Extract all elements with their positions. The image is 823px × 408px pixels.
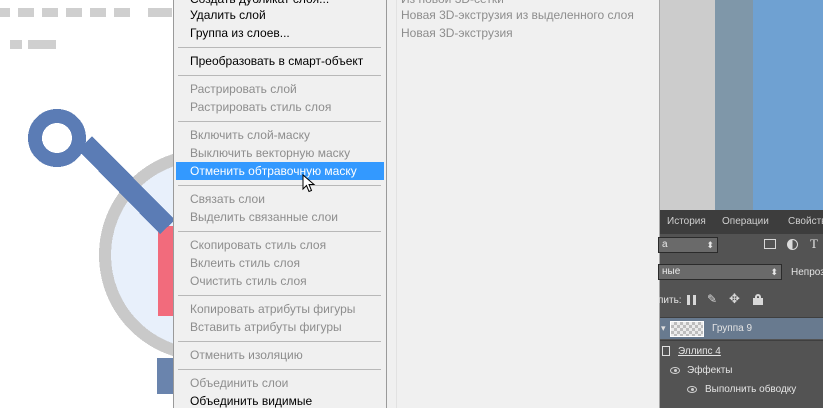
image-filter-icon[interactable] [764, 239, 776, 249]
blend-mode-select[interactable]: ные ⬍ [658, 264, 782, 280]
layer-row-ellipse-4[interactable]: Эллипс 4 [660, 340, 823, 362]
layer-kind-filter[interactable]: а ⬍ [658, 237, 718, 253]
lock-label: пить: [658, 295, 682, 306]
tab-history[interactable]: История [662, 210, 711, 234]
adjustment-filter-icon[interactable] [787, 239, 798, 250]
menu-item-merge-layers: Объединить слои [190, 376, 289, 390]
lock-transparent-pixels-icon[interactable] [687, 295, 697, 305]
submenu-gutter [387, 0, 397, 408]
menu-separator [178, 231, 381, 232]
layer-row-stroke[interactable]: Выполнить обводку [660, 379, 823, 401]
canvas-blue-block [753, 0, 823, 210]
menu-item-copy-shape-attributes: Копировать атрибуты фигуры [190, 302, 356, 316]
lock-position-icon[interactable]: ✥ [729, 291, 740, 307]
collapse-arrow-icon[interactable]: ▾ [661, 323, 666, 334]
menu-item-release-isolation: Отменить изоляцию [190, 348, 303, 362]
layer-name: Эллипс 4 [678, 346, 721, 357]
search-magnifier-illustration [28, 109, 180, 394]
submenu-item-new-3d-extrusion: Новая 3D-экструзия [401, 26, 513, 40]
3d-submenu: Из новой 3D-сетки Новая 3D-экструзия из … [387, 0, 660, 408]
lock-all-icon[interactable] [753, 294, 763, 305]
kind-filter-value: а [662, 239, 668, 250]
stepper-icon: ⬍ [770, 267, 778, 277]
menu-separator [178, 47, 381, 48]
shape-layer-icon [662, 346, 670, 356]
menu-item-group-from-layers[interactable]: Группа из слоев... [176, 24, 384, 42]
layer-name: Выполнить обводку [705, 384, 797, 395]
tab-properties[interactable]: Свойства [783, 210, 823, 234]
stepper-icon: ⬍ [706, 240, 714, 250]
blend-mode-value: ные [662, 266, 681, 277]
menu-item-release-clipping-mask[interactable]: Отменить обтравочную маску [176, 162, 384, 180]
document-canvas[interactable] [0, 0, 180, 408]
menu-item-rasterize-layer-style: Растрировать стиль слоя [190, 100, 332, 114]
layers-panel: История Операции Свойства а ⬍ T ные ⬍ Не… [658, 210, 823, 408]
menu-item-enable-layer-mask: Включить слой-маску [190, 128, 310, 142]
canvas-slate-block [715, 0, 753, 210]
panel-tab-bar: История Операции Свойства [660, 210, 823, 234]
menu-separator [178, 295, 381, 296]
menu-item-disable-vector-mask: Выключить векторную маску [190, 146, 351, 160]
visibility-eye-icon[interactable] [670, 367, 680, 374]
visibility-eye-icon[interactable] [687, 386, 697, 393]
menu-item-clear-layer-style: Очистить стиль слоя [190, 274, 307, 288]
submenu-item-3d-extrusion-from-selected: Новая 3D-экструзия из выделенного слоя [401, 8, 634, 22]
menu-item-link-layers: Связать слои [190, 192, 265, 206]
menu-item-delete-layer[interactable]: Удалить слой [176, 6, 384, 24]
menu-item-paste-shape-attributes: Вставить атрибуты фигуры [190, 320, 342, 334]
layer-name: Эффекты [687, 365, 733, 376]
layer-context-menu: Создать дубликат слоя... Удалить слой Гр… [173, 0, 387, 408]
menu-item-paste-layer-style: Вклеить стиль слоя [190, 256, 300, 270]
tab-actions[interactable]: Операции [717, 210, 774, 234]
menu-separator [178, 185, 381, 186]
menu-item-merge-visible[interactable]: Объединить видимые [176, 392, 384, 408]
menu-separator [178, 75, 381, 76]
menu-item-copy-layer-style: Скопировать стиль слоя [190, 238, 327, 252]
menu-separator [178, 369, 381, 370]
menu-item-rasterize-layer: Растрировать слой [190, 82, 297, 96]
menu-separator [178, 121, 381, 122]
mouse-cursor-icon [302, 174, 316, 193]
lock-image-pixels-icon[interactable]: ✎ [707, 292, 717, 306]
menu-item-select-linked-layers: Выделить связанные слои [190, 210, 339, 224]
layer-row-group-9[interactable]: ▾ Группа 9 [660, 317, 823, 339]
menu-separator [178, 341, 381, 342]
opacity-label: Непроз [791, 267, 823, 278]
menu-item-convert-to-smart-object[interactable]: Преобразовать в смарт-объект [176, 52, 384, 70]
type-filter-icon[interactable]: T [810, 236, 818, 252]
layer-thumbnail [670, 321, 704, 337]
layer-name: Группа 9 [712, 323, 753, 334]
